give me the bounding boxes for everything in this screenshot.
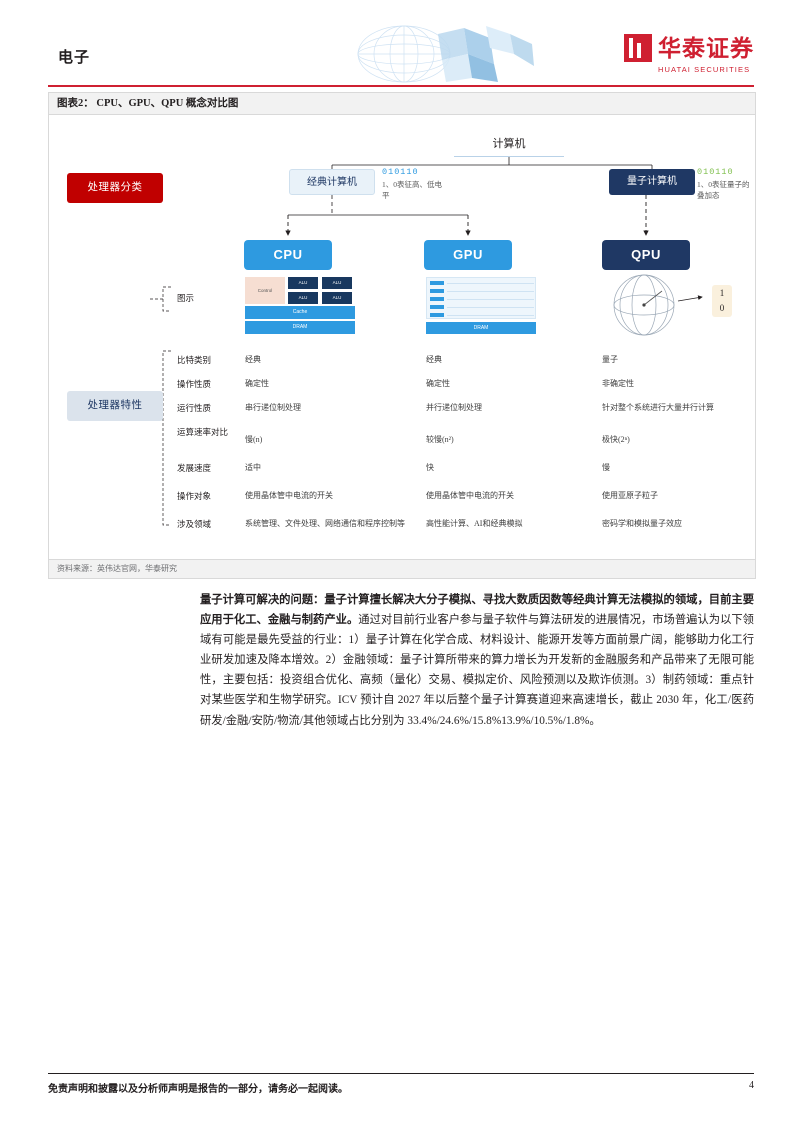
cell-cpu-operation-object: 使用晶体管中电流的开关 [245,491,333,500]
qpu-bloch-sphere-graphic: 1 0 [594,265,744,345]
qubit-state-box: 1 0 [712,285,732,317]
row-label-field: 涉及领域 [177,519,212,529]
logo-name-cn: 华泰证券 [658,35,754,61]
qubit-state-zero: 0 [719,303,725,313]
cpu-architecture-graphic: Control ALU ALU ALU ALU Cache DRAM [245,277,355,337]
cell-qpu-field: 密码学和模拟量子效应 [602,519,682,528]
cpu-alu-block: ALU [322,277,352,289]
bits-classic: 010110 [382,167,419,177]
cell-gpu-field: 高性能计算、AI和经典模拟 [426,519,523,528]
gpu-dram-block: DRAM [426,322,536,334]
cell-gpu-operation-object: 使用晶体管中电流的开关 [426,491,514,500]
footer-disclaimer: 免责声明和披露以及分析师声明是报告的一部分，请务必一起阅读。 [48,1084,348,1095]
cell-qpu-speed-compare: 极快(2ⁿ) [602,435,630,444]
exhibit-figure-2: 图表2： CPU、GPU、QPU 概念对比图 计算机 经典计算机 量子计算机 处… [48,92,756,579]
cell-qpu-bit-type: 量子 [602,355,618,364]
cpu-alu-block: ALU [288,277,318,289]
label-processor-type: 处理器分类 [67,173,163,203]
cell-cpu-field: 系统管理、文件处理、网络通信和程序控制等 [245,519,405,528]
diagram-node-classic-computer: 经典计算机 [289,169,375,195]
label-processor-feature: 处理器特性 [67,391,163,421]
exhibit-caption: 图表2： CPU、GPU、QPU 概念对比图 [49,93,755,115]
footer-divider [48,1073,754,1074]
body-paragraph-rest: 通过对目前行业客户参与量子软件与算法研发的进展情况，市场普遍认为以下领域有可能是… [200,614,754,727]
label-legend: 图示 [177,293,195,303]
diagram-node-computer: 计算机 [454,133,564,157]
row-label-runtime-nature: 运行性质 [177,403,212,413]
cell-gpu-operation-nature: 确定性 [426,379,450,388]
cell-gpu-bit-type: 经典 [426,355,442,364]
footer-page-number: 4 [749,1080,754,1091]
row-label-development-speed: 发展速度 [177,463,212,473]
bits-quantum: 010110 [697,167,734,177]
row-label-bit-type: 比特类别 [177,355,212,365]
gpu-core-grid [426,277,536,319]
globe-decoration-graphic [318,24,538,84]
cell-qpu-operation-nature: 非确定性 [602,379,634,388]
cell-cpu-runtime-nature: 串行递位制处理 [245,403,301,412]
cell-cpu-speed-compare: 慢(n) [245,435,263,444]
cell-gpu-speed-compare: 较慢(n²) [426,435,454,444]
company-logo: 华泰证券 HUATAI SECURITIES [624,34,754,74]
cell-cpu-operation-nature: 确定性 [245,379,269,388]
cell-gpu-runtime-nature: 并行递位制处理 [426,403,482,412]
row-label-speed-compare: 运算速率对比 [177,427,229,437]
body-paragraph: 量子计算可解决的问题：量子计算擅长解决大分子模拟、寻找大数质因数等经典计算无法模… [200,590,754,731]
cell-gpu-development-speed: 快 [426,463,434,472]
exhibit-source: 资料来源：英伟达官网，华泰研究 [49,559,755,578]
diagram-node-quantum-computer: 量子计算机 [609,169,695,195]
cpu-dram-block: DRAM [245,321,355,334]
header-divider [48,85,754,87]
bits-classic-note: 1、0表征高、低电平 [382,180,442,201]
row-label-operation-nature: 操作性质 [177,379,212,389]
cpu-alu-block: ALU [288,292,318,304]
cpu-cache-block: Cache [245,306,355,319]
logo-name-en: HUATAI SECURITIES [658,65,751,74]
page-header: 电子 华泰证券 HUATAI SECURITIES [48,24,754,87]
exhibit-diagram: 计算机 经典计算机 量子计算机 处理器分类 处理器特性 图示 010110 1、… [49,115,755,559]
row-label-operation-object: 操作对象 [177,491,212,501]
bits-quantum-note: 1、0表征量子的叠加态 [697,180,750,201]
logo-mark-icon [624,34,652,62]
cell-qpu-runtime-nature: 针对整个系统进行大量并行计算 [602,403,714,412]
page: 电子 华泰证券 HUATAI SECURITIES 图表2： CPU、GPU、Q… [0,0,802,1133]
gpu-architecture-graphic: DRAM [426,277,536,337]
qubit-state-one: 1 [719,288,725,298]
cell-qpu-development-speed: 慢 [602,463,610,472]
chip-cpu: CPU [244,240,332,270]
cell-qpu-operation-object: 使用亚原子粒子 [602,491,658,500]
cpu-alu-block: ALU [322,292,352,304]
chip-gpu: GPU [424,240,512,270]
cpu-control-block: Control [245,277,285,304]
cell-cpu-bit-type: 经典 [245,355,261,364]
cell-cpu-development-speed: 适中 [245,463,261,472]
page-title: 电子 [58,50,91,66]
